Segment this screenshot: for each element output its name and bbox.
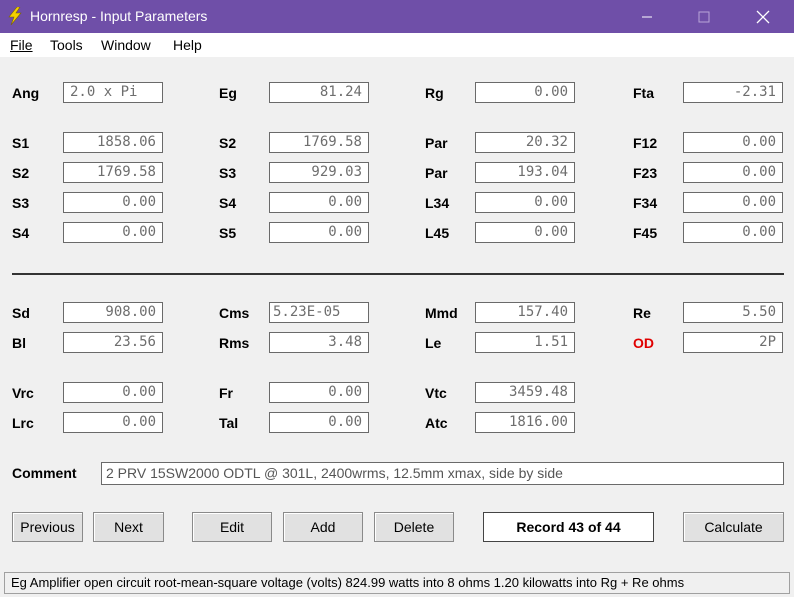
window-title: Hornresp - Input Parameters [30, 8, 208, 24]
f45-label: F45 [633, 225, 658, 241]
previous-button[interactable]: Previous [12, 512, 83, 542]
s4-seg3-field[interactable]: 0.00 [269, 192, 369, 213]
atc-label: Atc [425, 415, 448, 431]
tal-label: Tal [219, 415, 239, 431]
s1-field[interactable]: 1858.06 [63, 132, 163, 153]
s3-seg3-field[interactable]: 0.00 [63, 192, 163, 213]
par2-label: Par [425, 165, 448, 181]
close-icon [756, 10, 770, 23]
s2-label: S2 [219, 135, 237, 151]
l34-label: L34 [425, 195, 450, 211]
menu-file[interactable]: File [10, 37, 33, 53]
l45-label: L45 [425, 225, 450, 241]
delete-button[interactable]: Delete [374, 512, 454, 542]
rms-field[interactable]: 3.48 [269, 332, 369, 353]
vrc-field[interactable]: 0.00 [63, 382, 163, 403]
status-bar: Eg Amplifier open circuit root-mean-squa… [4, 572, 790, 594]
comment-field[interactable]: 2 PRV 15SW2000 ODTL @ 301L, 2400wrms, 12… [101, 462, 784, 485]
f45-field[interactable]: 0.00 [683, 222, 783, 243]
next-button-label: Next [114, 519, 143, 535]
maximize-icon [698, 11, 710, 22]
minimize-button[interactable] [624, 0, 670, 33]
s4-seg3-label: S4 [219, 195, 237, 211]
close-button[interactable] [740, 0, 786, 33]
title-bar[interactable]: Hornresp - Input Parameters [0, 0, 794, 33]
f12-field[interactable]: 0.00 [683, 132, 783, 153]
le-label: Le [425, 335, 442, 351]
menu-window[interactable]: Window [101, 37, 151, 53]
calculate-button[interactable]: Calculate [683, 512, 784, 542]
sd-label: Sd [12, 305, 30, 321]
add-button-label: Add [310, 519, 336, 535]
s2-seg2-label: S2 [12, 165, 30, 181]
f34-field[interactable]: 0.00 [683, 192, 783, 213]
s3-seg3-label: S3 [12, 195, 30, 211]
edit-button-label: Edit [219, 519, 245, 535]
od-field[interactable]: 2P [683, 332, 783, 353]
previous-button-label: Previous [20, 519, 75, 535]
menu-tools[interactable]: Tools [50, 37, 83, 53]
maximize-button[interactable] [681, 0, 727, 33]
delete-button-label: Delete [393, 519, 435, 535]
f23-field[interactable]: 0.00 [683, 162, 783, 183]
bl-label: Bl [12, 335, 26, 351]
l45-field[interactable]: 0.00 [475, 222, 575, 243]
cms-field[interactable]: 5.23E-05 [269, 302, 369, 323]
menu-help[interactable]: Help [173, 37, 202, 53]
atc-field[interactable]: 1816.00 [475, 412, 575, 433]
re-field[interactable]: 5.50 [683, 302, 783, 323]
s4-seg4-label: S4 [12, 225, 30, 241]
sd-field[interactable]: 908.00 [63, 302, 163, 323]
fr-label: Fr [219, 385, 233, 401]
s5-field[interactable]: 0.00 [269, 222, 369, 243]
vrc-label: Vrc [12, 385, 34, 401]
s2-seg2-field[interactable]: 1769.58 [63, 162, 163, 183]
vtc-label: Vtc [425, 385, 447, 401]
vtc-field[interactable]: 3459.48 [475, 382, 575, 403]
tal-field[interactable]: 0.00 [269, 412, 369, 433]
minimize-icon [642, 16, 652, 17]
mmd-label: Mmd [425, 305, 458, 321]
par1-field[interactable]: 20.32 [475, 132, 575, 153]
rms-label: Rms [219, 335, 250, 351]
par2-field[interactable]: 193.04 [475, 162, 575, 183]
f12-label: F12 [633, 135, 658, 151]
ang-label: Ang [12, 85, 40, 101]
s2-field[interactable]: 1769.58 [269, 132, 369, 153]
s4-seg4-field[interactable]: 0.00 [63, 222, 163, 243]
cms-label: Cms [219, 305, 250, 321]
eg-field[interactable]: 81.24 [269, 82, 369, 103]
s3-seg2-label: S3 [219, 165, 237, 181]
f34-label: F34 [633, 195, 658, 211]
rg-label: Rg [425, 85, 444, 101]
le-field[interactable]: 1.51 [475, 332, 575, 353]
fta-field[interactable]: -2.31 [683, 82, 783, 103]
lightning-bolt-icon [8, 7, 22, 25]
fta-label: Fta [633, 85, 654, 101]
section-divider [12, 273, 784, 275]
eg-label: Eg [219, 85, 237, 101]
record-counter: Record 43 of 44 [483, 512, 654, 542]
fr-field[interactable]: 0.00 [269, 382, 369, 403]
edit-button[interactable]: Edit [192, 512, 272, 542]
bl-field[interactable]: 23.56 [63, 332, 163, 353]
lrc-field[interactable]: 0.00 [63, 412, 163, 433]
par1-label: Par [425, 135, 448, 151]
s5-label: S5 [219, 225, 237, 241]
comment-label: Comment [12, 465, 77, 481]
lrc-label: Lrc [12, 415, 34, 431]
mmd-field[interactable]: 157.40 [475, 302, 575, 323]
od-label[interactable]: OD [633, 335, 654, 351]
re-label: Re [633, 305, 651, 321]
f23-label: F23 [633, 165, 658, 181]
ang-field[interactable]: 2.0 x Pi [63, 82, 163, 103]
add-button[interactable]: Add [283, 512, 363, 542]
s1-label: S1 [12, 135, 30, 151]
calculate-button-label: Calculate [704, 519, 763, 535]
next-button[interactable]: Next [93, 512, 164, 542]
menu-bar: File Tools Window Help [0, 33, 794, 57]
rg-field[interactable]: 0.00 [475, 82, 575, 103]
s3-seg2-field[interactable]: 929.03 [269, 162, 369, 183]
l34-field[interactable]: 0.00 [475, 192, 575, 213]
